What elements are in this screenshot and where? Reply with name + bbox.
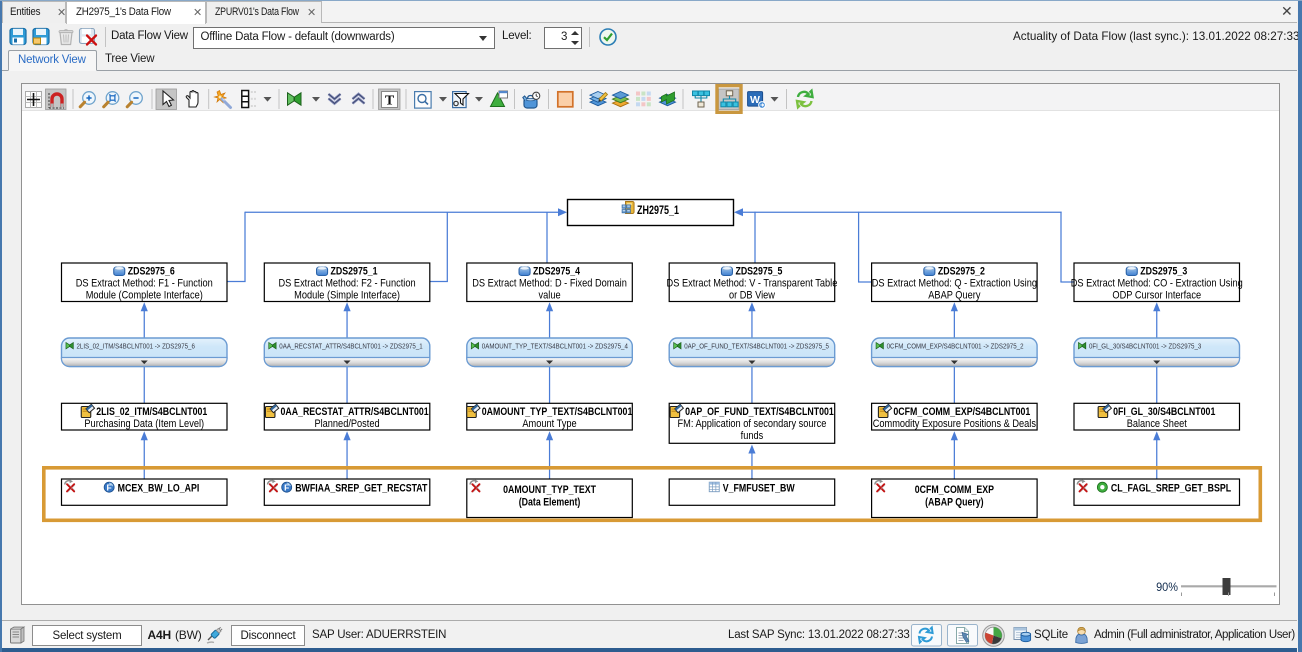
svg-text:Module (Complete Interface): Module (Complete Interface) (86, 290, 203, 302)
svg-text:ZDS2975_2: ZDS2975_2 (938, 266, 985, 278)
svg-text:CL_FAGL_SREP_GET_BSPL: CL_FAGL_SREP_GET_BSPL (1111, 483, 1232, 495)
svg-text:DS Extract Method: D - Fixed D: DS Extract Method: D - Fixed Domain (472, 278, 627, 290)
svg-text:0AMOUNT_TYP_TEXT/S4BCLNT001: 0AMOUNT_TYP_TEXT/S4BCLNT001 (482, 406, 633, 418)
svg-text:F: F (107, 483, 112, 493)
svg-text:ABAP Query: ABAP Query (928, 290, 981, 302)
svg-text:ZDS2975_4: ZDS2975_4 (533, 266, 581, 278)
svg-text:0FI_GL_30/S4BCLNT001: 0FI_GL_30/S4BCLNT001 (1113, 406, 1215, 418)
svg-text:0AP_OF_FUND_TEXT/S4BCLNT001: 0AP_OF_FUND_TEXT/S4BCLNT001 (685, 406, 834, 418)
svg-text:ZDS2975_3: ZDS2975_3 (1140, 266, 1187, 278)
svg-text:T: T (385, 94, 395, 109)
svg-text:DS Extract Method: F1 - Functi: DS Extract Method: F1 - Function (76, 278, 213, 290)
svg-text:(Data Element): (Data Element) (519, 497, 581, 509)
svg-text:DS Extract Method: CO - Extrac: DS Extract Method: CO - Extraction Using (1071, 278, 1243, 290)
svg-text:ODP Cursor Interface: ODP Cursor Interface (1112, 290, 1201, 302)
svg-text:Commodity Exposure Positions &: Commodity Exposure Positions & Deals (873, 418, 1037, 430)
svg-text:2LIS_02_ITM/S4BCLNT001: 2LIS_02_ITM/S4BCLNT001 (96, 406, 207, 418)
svg-text:value: value (539, 290, 561, 302)
svg-text:V_FMFUSET_BW: V_FMFUSET_BW (723, 483, 795, 495)
svg-text:DS Extract Method: Q - Extract: DS Extract Method: Q - Extraction Using (872, 278, 1037, 290)
svg-text:0AA_RECSTAT_ATTR/S4BCLNT001: 0AA_RECSTAT_ATTR/S4BCLNT001 (280, 406, 428, 418)
svg-text:ZH2975_1: ZH2975_1 (637, 205, 679, 217)
svg-text:ZDS2975_5: ZDS2975_5 (735, 266, 782, 278)
svg-text:Purchasing Data (Item Level): Purchasing Data (Item Level) (84, 418, 204, 430)
svg-text:Planned/Posted: Planned/Posted (314, 418, 379, 430)
svg-text:Balance Sheet: Balance Sheet (1127, 418, 1187, 430)
svg-text:0AA_RECSTAT_ATTR/S4BCLNT001 ->: 0AA_RECSTAT_ATTR/S4BCLNT001 -> ZDS2975_1 (279, 342, 422, 351)
svg-text:0CFM_COMM_EXP/S4BCLNT001 -> ZD: 0CFM_COMM_EXP/S4BCLNT001 -> ZDS2975_2 (887, 342, 1024, 351)
svg-text:0CFM_COMM_EXP: 0CFM_COMM_EXP (915, 484, 994, 496)
svg-text:2LIS_02_ITM/S4BCLNT001 -> ZDS2: 2LIS_02_ITM/S4BCLNT001 -> ZDS2975_6 (77, 342, 195, 351)
svg-text:0CFM_COMM_EXP/S4BCLNT001: 0CFM_COMM_EXP/S4BCLNT001 (893, 406, 1030, 418)
svg-text:or DB View: or DB View (729, 290, 775, 302)
svg-text:F: F (284, 483, 289, 493)
svg-text:0AP_OF_FUND_TEXT/S4BCLNT001 ->: 0AP_OF_FUND_TEXT/S4BCLNT001 -> ZDS2975_5 (684, 342, 829, 351)
svg-text:funds: funds (741, 430, 764, 442)
svg-text:Module (Simple Interface): Module (Simple Interface) (294, 290, 400, 302)
svg-text:ZDS2975_6: ZDS2975_6 (128, 266, 175, 278)
svg-text:FM: Application of secondary s: FM: Application of secondary source (678, 418, 827, 430)
svg-text:DS Extract Method: V - Transpa: DS Extract Method: V - Transparent Table (667, 278, 838, 290)
svg-text:MCEX_BW_LO_API: MCEX_BW_LO_API (118, 483, 200, 495)
svg-text:ZDS2975_1: ZDS2975_1 (331, 266, 378, 278)
svg-text:0AMOUNT_TYP_TEXT: 0AMOUNT_TYP_TEXT (503, 484, 596, 496)
svg-text:(ABAP Query): (ABAP Query) (925, 497, 984, 509)
svg-text:0AMOUNT_TYP_TEXT/S4BCLNT001 ->: 0AMOUNT_TYP_TEXT/S4BCLNT001 -> ZDS2975_4 (482, 342, 628, 351)
svg-text:0FI_GL_30/S4BCLNT001 -> ZDS297: 0FI_GL_30/S4BCLNT001 -> ZDS2975_3 (1089, 342, 1201, 351)
svg-text:BWFIAA_SREP_GET_RECSTAT: BWFIAA_SREP_GET_RECSTAT (295, 483, 427, 495)
svg-text:DS Extract Method: F2 - Functi: DS Extract Method: F2 - Function (279, 278, 416, 290)
svg-text:90%: 90% (1156, 582, 1178, 594)
svg-text:Amount Type: Amount Type (522, 418, 576, 430)
